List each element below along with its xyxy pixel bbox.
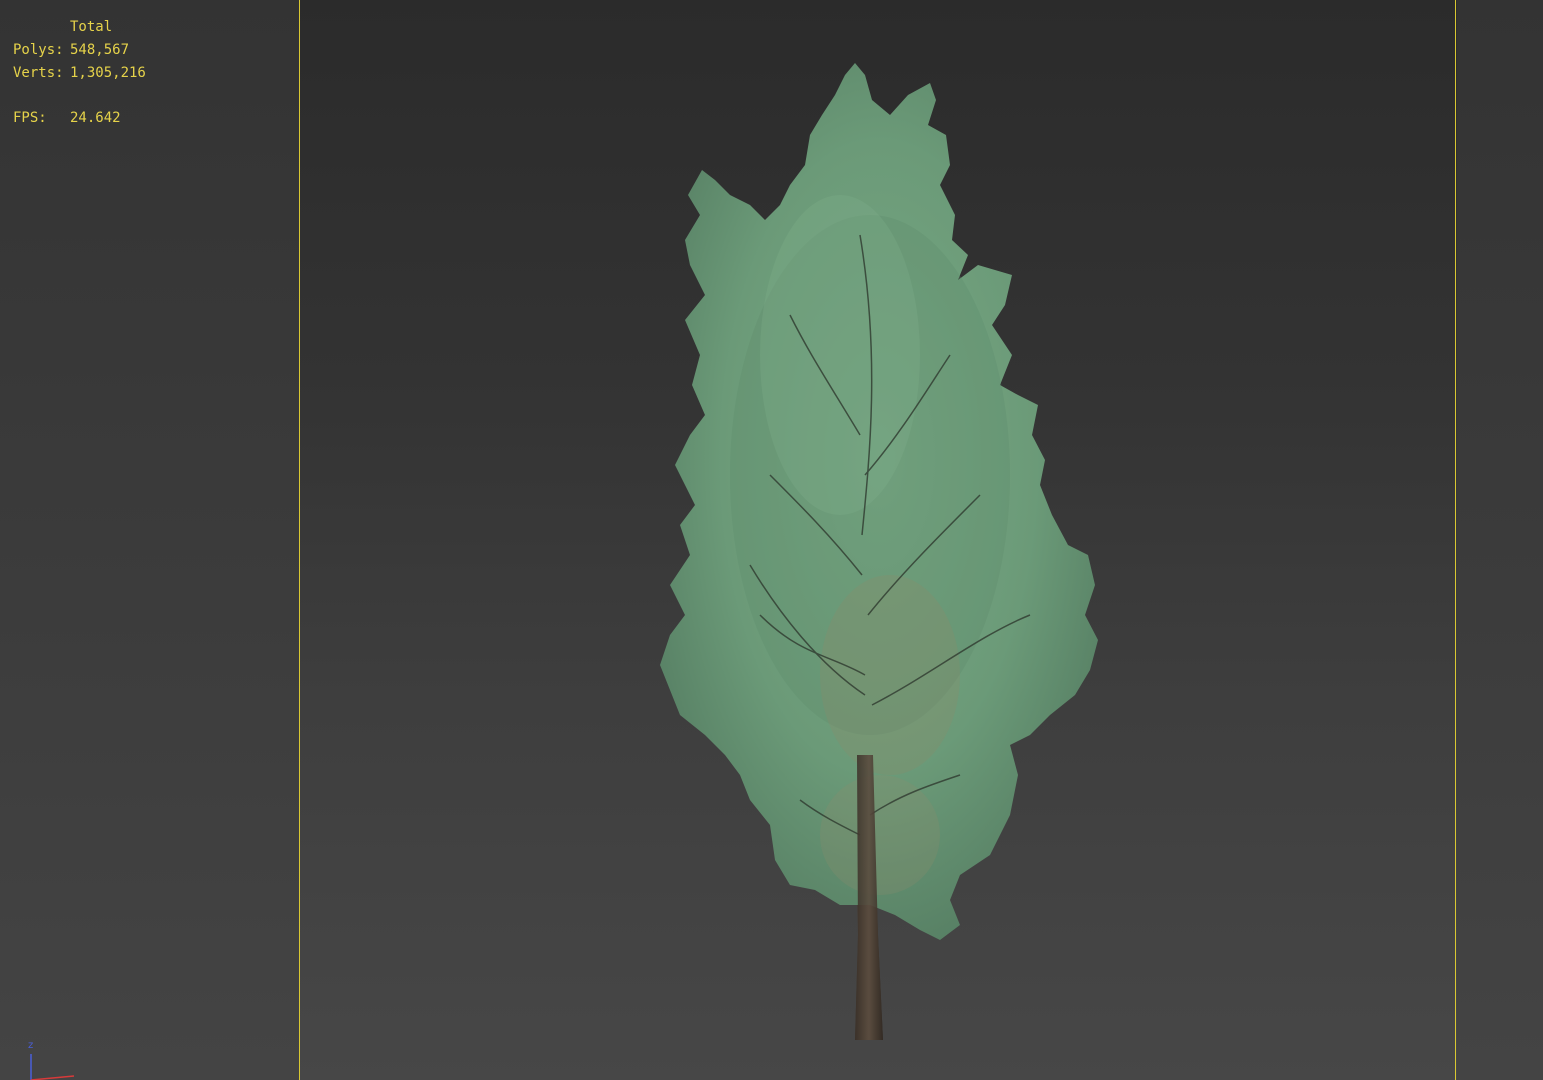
fps-label: FPS: <box>13 110 47 126</box>
polys-value: 548,567 <box>70 42 130 58</box>
verts-value: 1,305,216 <box>70 65 146 81</box>
polys-label: Polys: <box>13 42 64 58</box>
axis-z-label: z <box>28 1040 34 1051</box>
tree-model[interactable] <box>640 55 1110 1045</box>
fps-value: 24.642 <box>70 110 121 126</box>
foliage-highlight <box>760 195 920 515</box>
viewport-left-margin <box>0 0 300 1080</box>
stats-header: Total <box>70 19 113 35</box>
foliage-brown-patch-low <box>820 775 940 895</box>
viewport-3d[interactable]: Total Polys: 548,567 Verts: 1,305,216 FP… <box>0 0 1543 1080</box>
viewport-right-margin <box>1457 0 1543 1080</box>
verts-label: Verts: <box>13 65 64 81</box>
foliage-brown-patch <box>820 575 960 775</box>
axis-x-line <box>30 1075 75 1080</box>
